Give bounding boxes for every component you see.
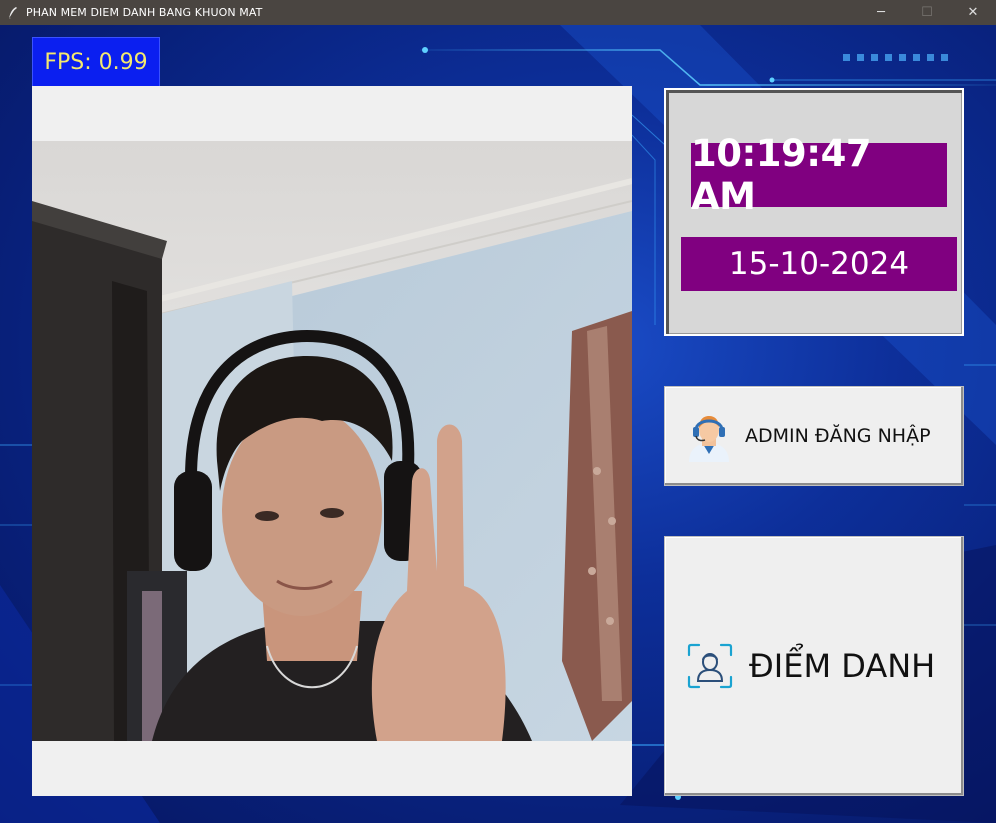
admin-login-label: ADMIN ĐĂNG NHẬP xyxy=(745,425,931,447)
admin-login-button[interactable]: ADMIN ĐĂNG NHẬP xyxy=(664,386,964,486)
date-display: 15-10-2024 xyxy=(681,237,957,291)
title-bar: PHAN MEM DIEM DANH BANG KHUON MAT ─ ☐ ✕ xyxy=(0,0,996,25)
camera-feed xyxy=(32,141,632,741)
admin-avatar-icon xyxy=(683,410,735,462)
camera-panel xyxy=(32,86,632,796)
fps-indicator: FPS: 0.99 xyxy=(32,37,160,87)
minimize-button[interactable]: ─ xyxy=(858,0,904,25)
feather-app-icon xyxy=(6,6,20,20)
fps-label: FPS: 0.99 xyxy=(44,49,148,75)
time-display: 10:19:47 AM xyxy=(691,132,947,218)
current-date: 15-10-2024 xyxy=(728,246,910,282)
attendance-button[interactable]: ĐIỂM DANH xyxy=(664,536,964,796)
clock-panel: 10:19:47 AM 15-10-2024 xyxy=(664,88,964,336)
window-title: PHAN MEM DIEM DANH BANG KHUON MAT xyxy=(26,6,263,19)
attendance-label: ĐIỂM DANH xyxy=(749,647,936,685)
maximize-button: ☐ xyxy=(921,5,933,20)
close-button[interactable]: ✕ xyxy=(950,0,996,25)
current-time: 10:19:47 AM xyxy=(691,132,872,218)
face-scan-icon xyxy=(687,643,733,689)
